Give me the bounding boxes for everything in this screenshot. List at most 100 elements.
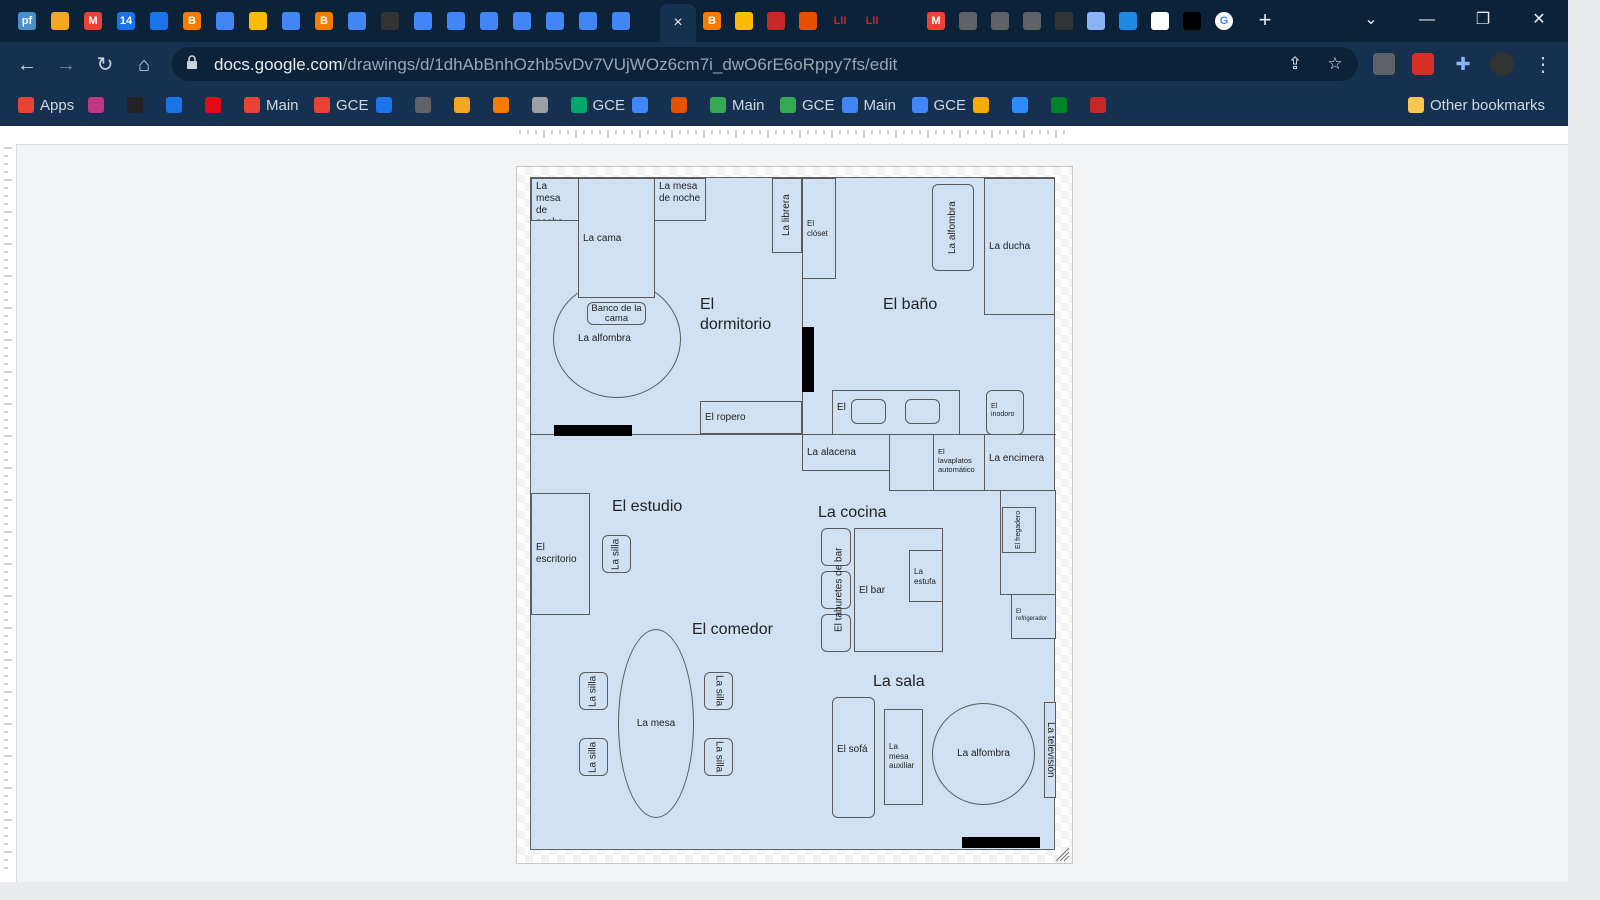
star-icon[interactable]: ☆	[1324, 53, 1346, 75]
tab-r-8[interactable]	[956, 7, 980, 35]
bookmark-14[interactable]	[671, 94, 687, 116]
close-window-icon[interactable]: ✕	[1524, 8, 1554, 32]
bookmark-20[interactable]	[1012, 94, 1028, 116]
pantry[interactable]: La alacena	[802, 434, 890, 471]
restore-icon[interactable]: ❐	[1468, 8, 1498, 32]
tab-0[interactable]: pf	[15, 7, 39, 35]
tab-7[interactable]	[246, 7, 270, 35]
rug-living[interactable]: La alfombra	[932, 703, 1035, 805]
tab-12[interactable]	[411, 7, 435, 35]
study-chair[interactable]: La silla	[602, 535, 631, 573]
tab-15[interactable]	[510, 7, 534, 35]
bookmark-8[interactable]	[414, 94, 431, 116]
tab-4[interactable]	[147, 7, 171, 35]
bookmark-2[interactable]	[127, 94, 143, 116]
bookmark-4[interactable]	[205, 94, 221, 116]
tab-6[interactable]	[213, 7, 237, 35]
tab-r-12[interactable]	[1084, 7, 1108, 35]
bookmark-5[interactable]: Main	[244, 94, 299, 116]
extension-icon[interactable]	[1373, 53, 1395, 75]
tab-18[interactable]	[609, 7, 633, 35]
forward-arrow-icon[interactable]: →	[53, 52, 79, 78]
tab-r-9[interactable]	[988, 7, 1012, 35]
other-bookmarks[interactable]: Other bookmarks	[1408, 94, 1545, 116]
bookmark-10[interactable]	[492, 94, 509, 116]
closet[interactable]: El clóset	[802, 178, 836, 279]
close-tab-icon[interactable]: ×	[673, 14, 682, 32]
tab-r-14[interactable]	[1148, 7, 1172, 35]
tab-3[interactable]: 14	[114, 7, 138, 35]
dining-chair-1[interactable]: La silla	[579, 672, 608, 710]
tab-13[interactable]	[444, 7, 468, 35]
bookmark-16[interactable]: GCE	[780, 94, 835, 116]
toilet[interactable]: El inodoro	[986, 390, 1024, 435]
reload-icon[interactable]: ↻	[92, 52, 118, 78]
menu-kebab-icon[interactable]: ⋮	[1530, 52, 1556, 78]
tab-r-16[interactable]: G	[1212, 7, 1236, 35]
tab-r-7[interactable]: M	[924, 7, 948, 35]
bookmark-7[interactable]	[375, 94, 392, 116]
tab-r-3[interactable]	[796, 7, 820, 35]
bed[interactable]: La cama	[578, 178, 655, 298]
tab-r-15[interactable]	[1180, 7, 1204, 35]
tab-5[interactable]: B	[180, 7, 204, 35]
bookmark-3[interactable]	[166, 94, 182, 116]
tab-2[interactable]: M	[81, 7, 105, 35]
tab-9[interactable]: B	[312, 7, 336, 35]
shower[interactable]: La ducha	[984, 178, 1055, 315]
stove[interactable]: La estufa	[909, 550, 943, 602]
tab-r-5[interactable]: LII	[860, 7, 884, 35]
bookmark-0[interactable]: Apps	[18, 94, 74, 116]
bookmark-9[interactable]	[453, 94, 470, 116]
kitchen-sink[interactable]: El fregadero	[1002, 507, 1036, 553]
tab-r-0[interactable]: B	[700, 7, 724, 35]
bookmark-13[interactable]	[632, 94, 648, 116]
active-tab[interactable]: ×	[660, 4, 696, 42]
dishwasher[interactable]: El lavaplatos automático	[933, 434, 985, 491]
profile-avatar[interactable]	[1490, 52, 1514, 76]
tab-16[interactable]	[543, 7, 567, 35]
tab-r-2[interactable]	[764, 7, 788, 35]
bath-rug[interactable]: La alfombra	[932, 184, 974, 271]
minimize-icon[interactable]: —	[1412, 8, 1442, 32]
wardrobe[interactable]: El ropero	[700, 401, 802, 434]
bookmark-1[interactable]	[88, 94, 104, 116]
side-table[interactable]: La mesa auxiliar	[884, 709, 923, 805]
dining-table[interactable]: La mesa	[618, 629, 694, 818]
nightstand-2[interactable]: La mesa de noche	[654, 178, 706, 221]
desk[interactable]: El escritorio	[531, 493, 590, 615]
bookmark-19[interactable]	[973, 94, 989, 116]
tab-10[interactable]	[345, 7, 369, 35]
bookmark-15[interactable]: Main	[710, 94, 765, 116]
new-tab-button[interactable]: +	[1250, 8, 1280, 32]
bookmark-12[interactable]: GCE	[570, 94, 625, 116]
dining-chair-3[interactable]: La silla	[704, 672, 733, 710]
bookmark-6[interactable]: GCE	[314, 94, 369, 116]
bed-bench[interactable]: Banco de la cama	[587, 302, 646, 325]
bookmark-21[interactable]	[1051, 94, 1067, 116]
extensions-puzzle-icon[interactable]: ✚	[1452, 53, 1474, 75]
address-bar[interactable]: docs.google.com/drawings/d/1dhAbBnhOzhb5…	[172, 47, 1358, 81]
tab-11[interactable]	[378, 7, 402, 35]
tab-r-6[interactable]	[892, 7, 916, 35]
bookmark-17[interactable]: Main	[841, 94, 896, 116]
bookmark-18[interactable]: GCE	[911, 94, 966, 116]
extension-badge-icon[interactable]	[1412, 53, 1434, 75]
bookmark-11[interactable]	[531, 94, 548, 116]
tab-8[interactable]	[279, 7, 303, 35]
tab-1[interactable]	[48, 7, 72, 35]
sofa[interactable]: El sofá	[832, 697, 875, 818]
tab-r-11[interactable]	[1052, 7, 1076, 35]
tab-r-1[interactable]	[732, 7, 756, 35]
back-arrow-icon[interactable]: ←	[14, 52, 40, 78]
tab-r-13[interactable]	[1116, 7, 1140, 35]
tab-r-4[interactable]: LII	[828, 7, 852, 35]
tab-17[interactable]	[576, 7, 600, 35]
counter[interactable]: La encimera	[984, 434, 1055, 491]
bookmark-22[interactable]	[1090, 94, 1106, 116]
nightstand-1[interactable]: La mesa de noche	[531, 178, 579, 221]
tab-14[interactable]	[477, 7, 501, 35]
share-icon[interactable]: ⇪	[1284, 53, 1306, 75]
bookcase[interactable]: La librera	[772, 178, 802, 253]
dining-chair-4[interactable]: La silla	[704, 738, 733, 776]
